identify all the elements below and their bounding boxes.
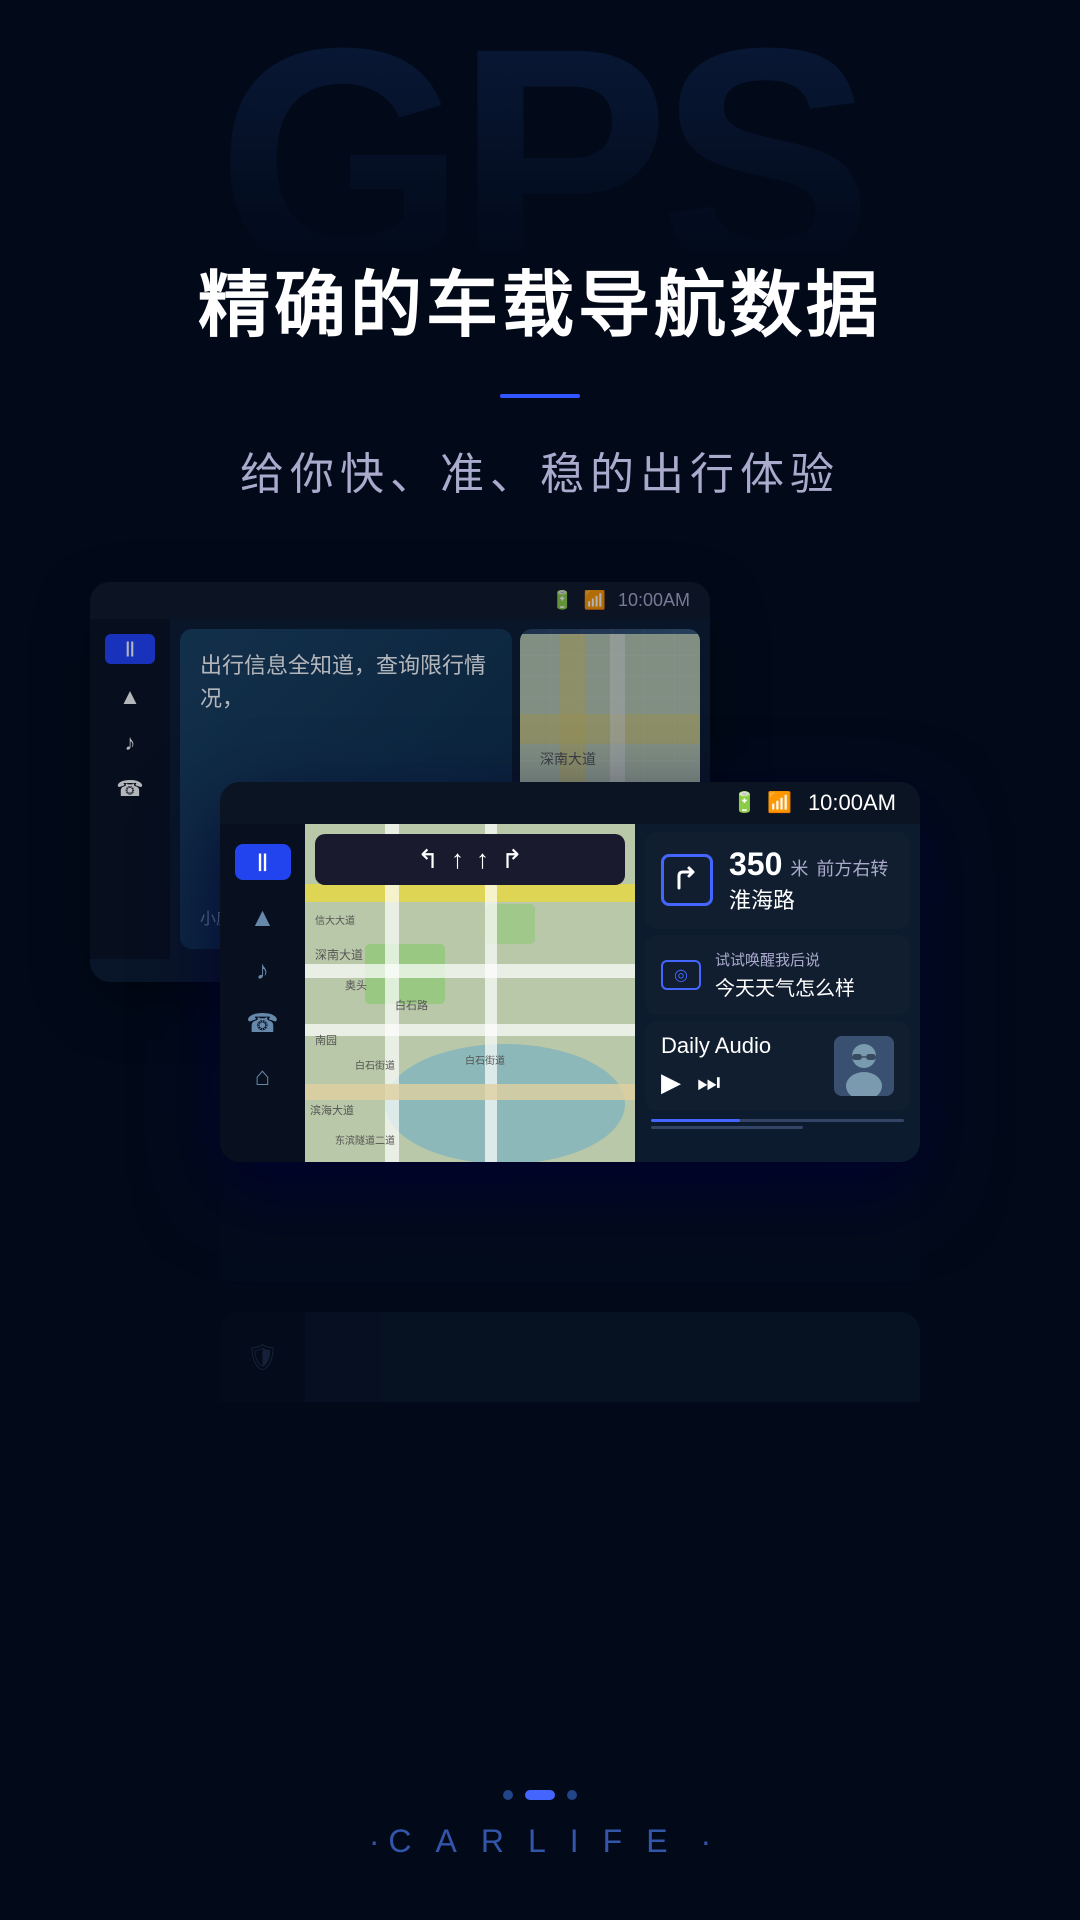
nav-card[interactable]: 350 米 前方右转 淮海路 xyxy=(645,832,910,929)
nav-direction: 前方右转 xyxy=(816,855,888,881)
phone-large: 🔋 📶 10:00AM || ▲ ♪ ☎ ⌂ xyxy=(220,782,920,1162)
voice-assistant-icon: ◎ xyxy=(661,960,701,990)
sidebar-active-label-large: || xyxy=(257,851,267,872)
svg-text:白石街道: 白石街道 xyxy=(465,1054,505,1067)
partial-sidebar: 🛡 xyxy=(220,1312,305,1402)
audio-info: Daily Audio ▶ ⏭ xyxy=(661,1033,820,1099)
svg-text:信大大道: 信大大道 xyxy=(315,914,355,927)
title-divider xyxy=(500,394,580,398)
phone-icon-large[interactable]: ☎ xyxy=(246,1008,278,1039)
svg-text:南园: 南园 xyxy=(315,1034,337,1047)
main-title: 精确的车载导航数据 xyxy=(198,260,882,354)
turn-arrow-svg xyxy=(671,864,703,896)
content-area-large: || ▲ ♪ ☎ ⌂ xyxy=(220,824,920,1162)
svg-text:滨海大道: 滨海大道 xyxy=(310,1103,354,1117)
hero-section: 精确的车载导航数据 给你快、准、稳的出行体验 xyxy=(138,260,942,502)
progress-bar-2 xyxy=(651,1126,803,1129)
partial-icon: 🛡 xyxy=(220,1312,305,1373)
nav-info: 350 米 前方右转 淮海路 xyxy=(729,846,894,915)
svg-text:东滨隧道二道: 东滨隧道二道 xyxy=(335,1134,395,1147)
slide-dots xyxy=(0,1790,1080,1800)
voice-example: 今天天气怎么样 xyxy=(715,972,855,1001)
audio-title: Daily Audio xyxy=(661,1033,820,1059)
nav-street: 淮海路 xyxy=(729,883,894,915)
nav-unit: 米 xyxy=(790,855,808,881)
subtitle: 给你快、准、稳的出行体验 xyxy=(198,438,882,502)
artist-avatar xyxy=(834,1036,894,1096)
dot-3[interactable] xyxy=(567,1790,577,1800)
dir-arrow-3: ↑ xyxy=(476,844,489,875)
status-bar-large: 🔋 📶 10:00AM xyxy=(220,782,920,824)
status-icons-large: 🔋 📶 xyxy=(732,790,792,815)
sidebar-large: || ▲ ♪ ☎ ⌂ xyxy=(220,824,305,1162)
music-icon-large[interactable]: ♪ xyxy=(256,955,269,986)
mic-symbol: ◎ xyxy=(674,965,688,985)
wifi-icon-large: 📶 xyxy=(767,790,792,815)
status-time-large: 10:00AM xyxy=(808,790,896,816)
map-panel-large: 龙珠大道 深南大道 奥头 白石路 南园 白石街道 白石街道 滨海大道 东滨隧道二… xyxy=(305,824,635,1162)
main-content: 精确的车载导航数据 给你快、准、稳的出行体验 🔋 📶 10:00AM || ▲ xyxy=(0,0,1080,1402)
home-icon-large[interactable]: ⌂ xyxy=(255,1061,271,1092)
dir-arrow-4: ↱ xyxy=(501,844,523,875)
voice-card[interactable]: ◎ 试试唤醒我后说 今天天气怎么样 xyxy=(645,935,910,1015)
direction-bar: ↰ ↑ ↑ ↱ xyxy=(315,834,625,885)
progress-bar-fill xyxy=(651,1119,740,1122)
battery-icon-large: 🔋 xyxy=(732,790,757,815)
phone-partial: 🛡 xyxy=(220,1312,920,1402)
svg-text:奥头: 奥头 xyxy=(345,978,367,992)
next-button[interactable]: ⏭ xyxy=(697,1067,720,1099)
right-panel: 350 米 前方右转 淮海路 ◎ 试试唤醒我后说 xyxy=(635,824,920,1162)
progress-bar-track xyxy=(651,1119,904,1122)
progress-area xyxy=(651,1119,904,1129)
dot-2-active[interactable] xyxy=(525,1790,555,1800)
svg-text:白石路: 白石路 xyxy=(395,998,428,1012)
svg-text:白石街道: 白石街道 xyxy=(355,1059,395,1072)
audio-thumbnail xyxy=(834,1036,894,1096)
nav-distance: 350 xyxy=(729,846,782,883)
sidebar-active-btn-large[interactable]: || xyxy=(235,844,291,880)
carlife-brand: CARLIFE xyxy=(0,1823,1080,1860)
audio-controls: ▶ ⏭ xyxy=(661,1067,820,1099)
svg-text:深南大道: 深南大道 xyxy=(315,947,363,962)
voice-text-container: 试试唤醒我后说 今天天气怎么样 xyxy=(715,949,855,1001)
dot-1[interactable] xyxy=(503,1790,513,1800)
navigation-icon-large[interactable]: ▲ xyxy=(250,902,276,933)
play-button[interactable]: ▶ xyxy=(661,1067,681,1098)
phone-reflection xyxy=(220,1162,920,1282)
turn-right-icon xyxy=(661,854,713,906)
dir-arrow-2: ↑ xyxy=(451,844,464,875)
voice-prompt: 试试唤醒我后说 xyxy=(715,949,855,970)
dir-arrow-1: ↰ xyxy=(417,844,439,875)
audio-card[interactable]: Daily Audio ▶ ⏭ xyxy=(645,1021,910,1111)
